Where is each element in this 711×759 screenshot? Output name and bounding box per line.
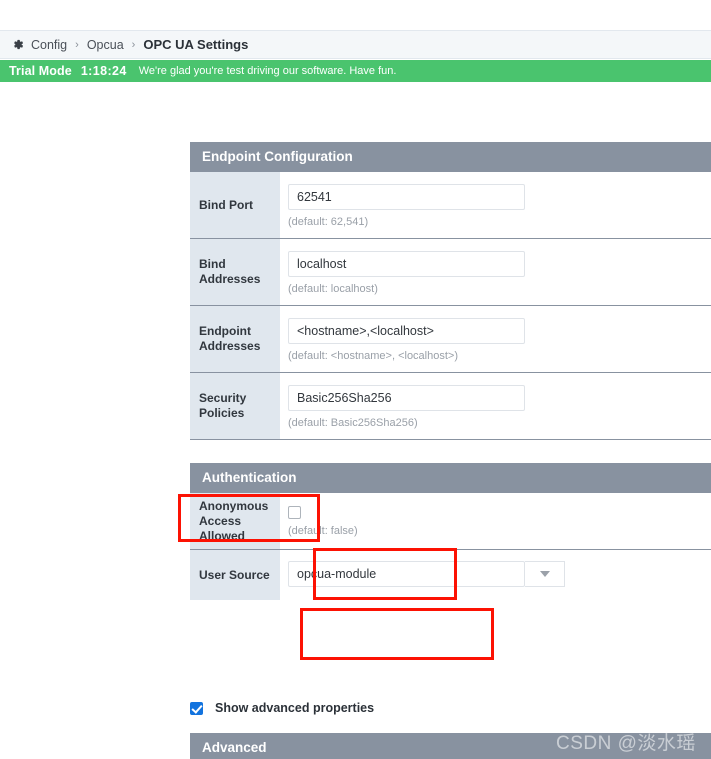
chevron-down-icon [539, 571, 550, 577]
property-row-bind-port: Bind Port (default: 62,541) [190, 172, 711, 239]
property-row-user-source: User Source [190, 550, 711, 600]
annotation-box-user-source-field [300, 608, 494, 660]
property-label-endpoint-addresses: Endpoint Addresses [190, 306, 280, 372]
property-value-security-policies: (default: Basic256Sha256) [280, 373, 711, 439]
property-row-endpoint-addresses: Endpoint Addresses (default: <hostname>,… [190, 306, 711, 373]
property-label-user-source: User Source [190, 550, 280, 600]
user-source-select[interactable] [288, 561, 711, 587]
trial-mode-timer[interactable]: 1:18:24 [81, 64, 127, 78]
property-value-bind-port: (default: 62,541) [280, 172, 711, 238]
property-label-bind-port: Bind Port [190, 172, 280, 238]
settings-panel: Endpoint Configuration Bind Port (defaul… [190, 142, 711, 600]
section-header-authentication: Authentication [190, 463, 711, 493]
property-value-bind-addresses: (default: localhost) [280, 239, 711, 305]
breadcrumb-separator: › [75, 38, 79, 51]
gear-icon [11, 38, 24, 51]
show-advanced-properties-checkbox[interactable] [190, 701, 203, 715]
anonymous-access-checkbox[interactable] [288, 506, 301, 519]
show-advanced-properties-toggle[interactable]: Show advanced properties [190, 701, 374, 715]
endpoint-addresses-input[interactable] [288, 318, 525, 344]
breadcrumb-item-opc-ua-settings: OPC UA Settings [143, 37, 249, 52]
endpoint-addresses-default-hint: (default: <hostname>, <localhost>) [288, 350, 458, 362]
anonymous-access-default-hint: (default: false) [288, 525, 358, 537]
bind-port-input[interactable] [288, 184, 525, 210]
property-label-bind-addresses: Bind Addresses [190, 239, 280, 305]
property-row-security-policies: Security Policies (default: Basic256Sha2… [190, 373, 711, 440]
section-header-advanced: Advanced [190, 733, 711, 759]
top-blank-strip [0, 0, 711, 30]
bind-addresses-input[interactable] [288, 251, 525, 277]
bind-port-default-hint: (default: 62,541) [288, 216, 369, 228]
breadcrumb-item-config[interactable]: Config [31, 38, 67, 52]
user-source-dropdown-button[interactable] [525, 561, 565, 587]
breadcrumb: Config › Opcua › OPC UA Settings [0, 30, 711, 59]
property-label-security-policies: Security Policies [190, 373, 280, 439]
section-gap [190, 440, 711, 463]
security-policies-input[interactable] [288, 385, 525, 411]
bind-addresses-default-hint: (default: localhost) [288, 283, 378, 295]
security-policies-default-hint: (default: Basic256Sha256) [288, 417, 418, 429]
section-header-endpoint-configuration: Endpoint Configuration [190, 142, 711, 172]
trial-mode-banner: Trial Mode 1:18:24 We're glad you're tes… [0, 60, 711, 82]
user-source-input[interactable] [288, 561, 525, 587]
property-value-endpoint-addresses: (default: <hostname>, <localhost>) [280, 306, 711, 372]
property-value-user-source [280, 550, 711, 600]
trial-mode-message: We're glad you're test driving our softw… [138, 65, 397, 77]
property-value-anonymous-access-allowed: (default: false) [280, 493, 711, 549]
breadcrumb-item-opcua[interactable]: Opcua [87, 38, 124, 52]
property-row-anonymous-access-allowed: Anonymous Access Allowed (default: false… [190, 493, 711, 550]
show-advanced-properties-label: Show advanced properties [215, 701, 375, 715]
property-row-bind-addresses: Bind Addresses (default: localhost) [190, 239, 711, 306]
property-label-anonymous-access-allowed: Anonymous Access Allowed [190, 493, 280, 549]
breadcrumb-separator: › [131, 38, 136, 51]
trial-mode-label: Trial Mode [9, 64, 72, 78]
